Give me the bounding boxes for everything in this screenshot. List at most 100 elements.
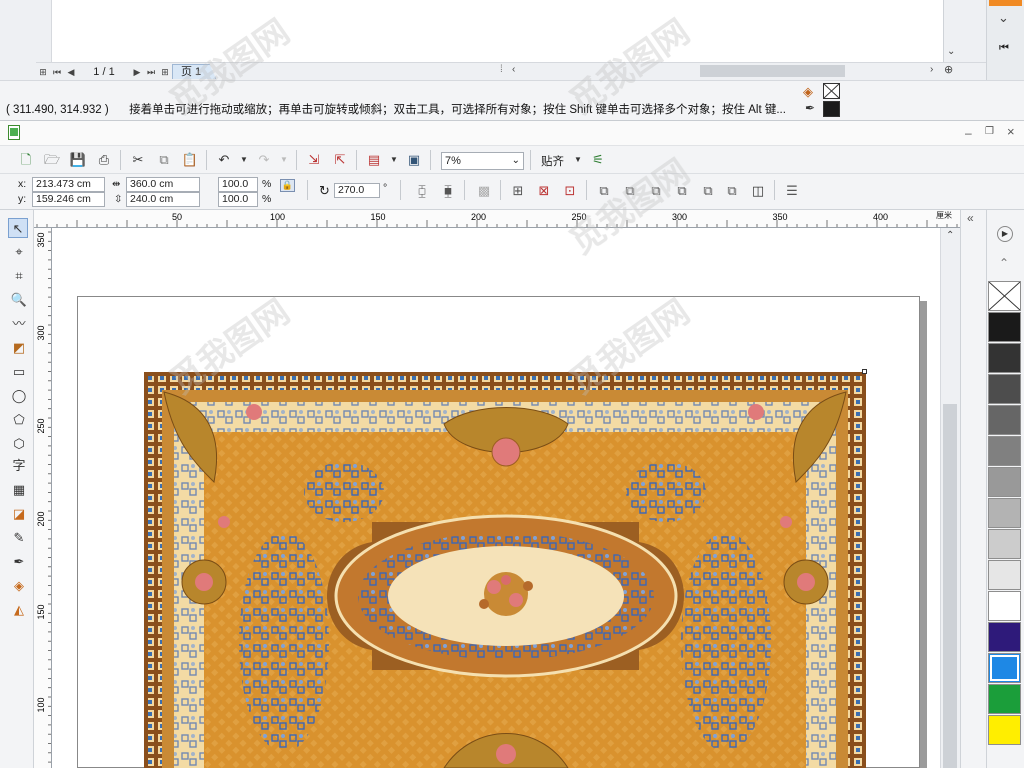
selection-handle[interactable]	[862, 369, 867, 374]
color-swatch[interactable]	[988, 467, 1021, 497]
redo-icon[interactable]: ↷	[254, 150, 274, 170]
interactive-fill-icon[interactable]: ◭	[9, 600, 29, 620]
x-position-input[interactable]: 213.473 cm	[32, 177, 105, 192]
zoom-level-select[interactable]: 7% ⌄	[441, 152, 524, 170]
last-page-icon[interactable]: ⏭	[144, 65, 158, 79]
y-position-input[interactable]: 159.246 cm	[32, 192, 105, 207]
fill-tool-icon[interactable]: ◈	[9, 576, 29, 596]
color-swatch[interactable]	[988, 684, 1021, 714]
paste-icon[interactable]: 📋	[180, 150, 200, 170]
ungroup-all-icon[interactable]: ⊡	[560, 181, 580, 201]
rotation-angle-input[interactable]: 270.0	[334, 183, 380, 198]
polygon-tool-icon[interactable]: ⬠	[9, 410, 29, 430]
restore-icon[interactable]: ❐	[985, 126, 994, 137]
options-icon[interactable]: ⚟	[588, 150, 608, 170]
back-minus-front-icon[interactable]: ⧉	[722, 181, 742, 201]
prev-page-icon[interactable]: ◀	[64, 65, 78, 79]
shape-tool-icon[interactable]: ⌖	[9, 242, 29, 262]
first-page-icon[interactable]: ⏮	[50, 65, 64, 79]
snap-dropdown-icon[interactable]: ▼	[568, 150, 588, 170]
combine-icon[interactable]: ▩	[474, 181, 494, 201]
scroll-left-icon[interactable]: ‹	[512, 64, 515, 75]
color-swatch[interactable]	[988, 374, 1021, 404]
color-swatch[interactable]	[988, 560, 1021, 590]
export-icon[interactable]: ⇱	[330, 150, 350, 170]
import-icon[interactable]: ⇲	[304, 150, 324, 170]
copy-icon[interactable]: ⧉	[154, 150, 174, 170]
chevron-down-icon[interactable]: ⌄	[998, 10, 1009, 26]
color-swatch[interactable]	[988, 498, 1021, 528]
ungroup-icon[interactable]: ⊠	[534, 181, 554, 201]
ellipse-tool-icon[interactable]: ◯	[9, 386, 29, 406]
interactive-effects-icon[interactable]: ◪	[9, 504, 29, 524]
redo-dropdown-icon[interactable]: ▼	[274, 150, 294, 170]
undo-icon[interactable]: ↶	[214, 150, 234, 170]
color-swatch[interactable]	[988, 715, 1021, 745]
smart-fill-icon[interactable]: ◩	[9, 338, 29, 358]
vertical-scroll-thumb[interactable]	[943, 404, 957, 768]
chevron-down-icon[interactable]: ⌄	[947, 46, 955, 57]
orange-swatch[interactable]	[989, 0, 1022, 6]
mirror-vertical-icon[interactable]: ⧯	[438, 181, 458, 201]
create-boundary-icon[interactable]: ◫	[748, 181, 768, 201]
background-window-vscroll[interactable]: ⌄	[944, 0, 962, 62]
next-page-icon[interactable]: ▶	[130, 65, 144, 79]
color-swatch[interactable]	[988, 343, 1021, 373]
publish-pdf-icon[interactable]: ▤	[364, 150, 384, 170]
publish-dropdown-icon[interactable]: ▼	[384, 150, 404, 170]
carpet-artwork[interactable]	[144, 372, 866, 768]
pen-icon[interactable]: ✒	[805, 101, 815, 115]
align-distribute-icon[interactable]: ☰	[782, 181, 802, 201]
print-icon[interactable]: ⎙	[94, 150, 114, 170]
new-document-icon[interactable]: 🗋	[16, 150, 36, 170]
zoom-icon[interactable]: ⊕	[944, 63, 953, 76]
color-swatch[interactable]	[988, 405, 1021, 435]
outline-black-swatch[interactable]	[823, 101, 840, 117]
color-swatch[interactable]	[988, 436, 1021, 466]
color-swatch[interactable]	[988, 591, 1021, 621]
background-window-hscroll-thumb[interactable]	[700, 65, 845, 77]
full-screen-preview-icon[interactable]: ▣	[404, 150, 424, 170]
fill-bucket-icon[interactable]: ◈	[803, 84, 813, 100]
intersect-icon[interactable]: ⧉	[646, 181, 666, 201]
color-swatch[interactable]	[988, 312, 1021, 342]
zoom-tool-icon[interactable]: 🔍	[9, 290, 29, 310]
open-folder-icon[interactable]: 🗁	[42, 150, 62, 170]
pick-tool-icon[interactable]: ↖	[8, 218, 28, 238]
expand-docker-icon[interactable]: «	[967, 211, 974, 225]
mirror-horizontal-icon[interactable]: ⧮	[412, 181, 432, 201]
lock-ratio-icon[interactable]: 🔒	[280, 179, 295, 192]
basic-shapes-icon[interactable]: ⬡	[9, 434, 29, 454]
horizontal-ruler[interactable]: 50 100 150 200 250 300 350 400 厘米	[34, 210, 960, 228]
palette-options-icon[interactable]: ▶	[997, 226, 1013, 242]
scale-width-input[interactable]: 100.0	[218, 177, 258, 192]
crop-tool-icon[interactable]: ⌗	[9, 266, 29, 286]
rectangle-tool-icon[interactable]: ▭	[9, 362, 29, 382]
page-tab[interactable]: 页 1	[172, 64, 217, 79]
drag-handle-icon[interactable]: ⁞	[500, 64, 503, 75]
front-minus-back-icon[interactable]: ⧉	[698, 181, 718, 201]
scroll-up-icon[interactable]: ⌃	[999, 256, 1009, 270]
no-color-swatch[interactable]	[988, 281, 1021, 311]
outline-pen-icon[interactable]: ✒	[9, 552, 29, 572]
color-swatch[interactable]	[988, 622, 1021, 652]
color-swatch[interactable]	[988, 529, 1021, 559]
weld-icon[interactable]: ⧉	[594, 181, 614, 201]
table-tool-icon[interactable]: ▦	[9, 480, 29, 500]
eyedropper-icon[interactable]: ✎	[9, 528, 29, 548]
freehand-tool-icon[interactable]: 〰	[9, 314, 29, 334]
snap-to-label[interactable]: 贴齐	[541, 153, 564, 169]
page-icon[interactable]: ⊞	[36, 65, 50, 79]
trim-icon[interactable]: ⧉	[620, 181, 640, 201]
collapse-icon[interactable]: ⏮	[999, 42, 1009, 55]
scroll-up-icon[interactable]: ⌃	[946, 230, 954, 241]
close-icon[interactable]: ×	[1007, 124, 1015, 139]
group-icon[interactable]: ⊞	[508, 181, 528, 201]
simplify-icon[interactable]: ⧉	[672, 181, 692, 201]
scale-height-input[interactable]: 100.0	[218, 192, 258, 207]
fill-none-swatch[interactable]	[823, 83, 840, 99]
vertical-ruler[interactable]: 350 300 250 200 150 100	[34, 228, 52, 768]
add-page-icon[interactable]: ⊞	[158, 65, 172, 79]
minimize-icon[interactable]: –	[965, 126, 972, 140]
scroll-right-icon[interactable]: ›	[930, 64, 933, 75]
